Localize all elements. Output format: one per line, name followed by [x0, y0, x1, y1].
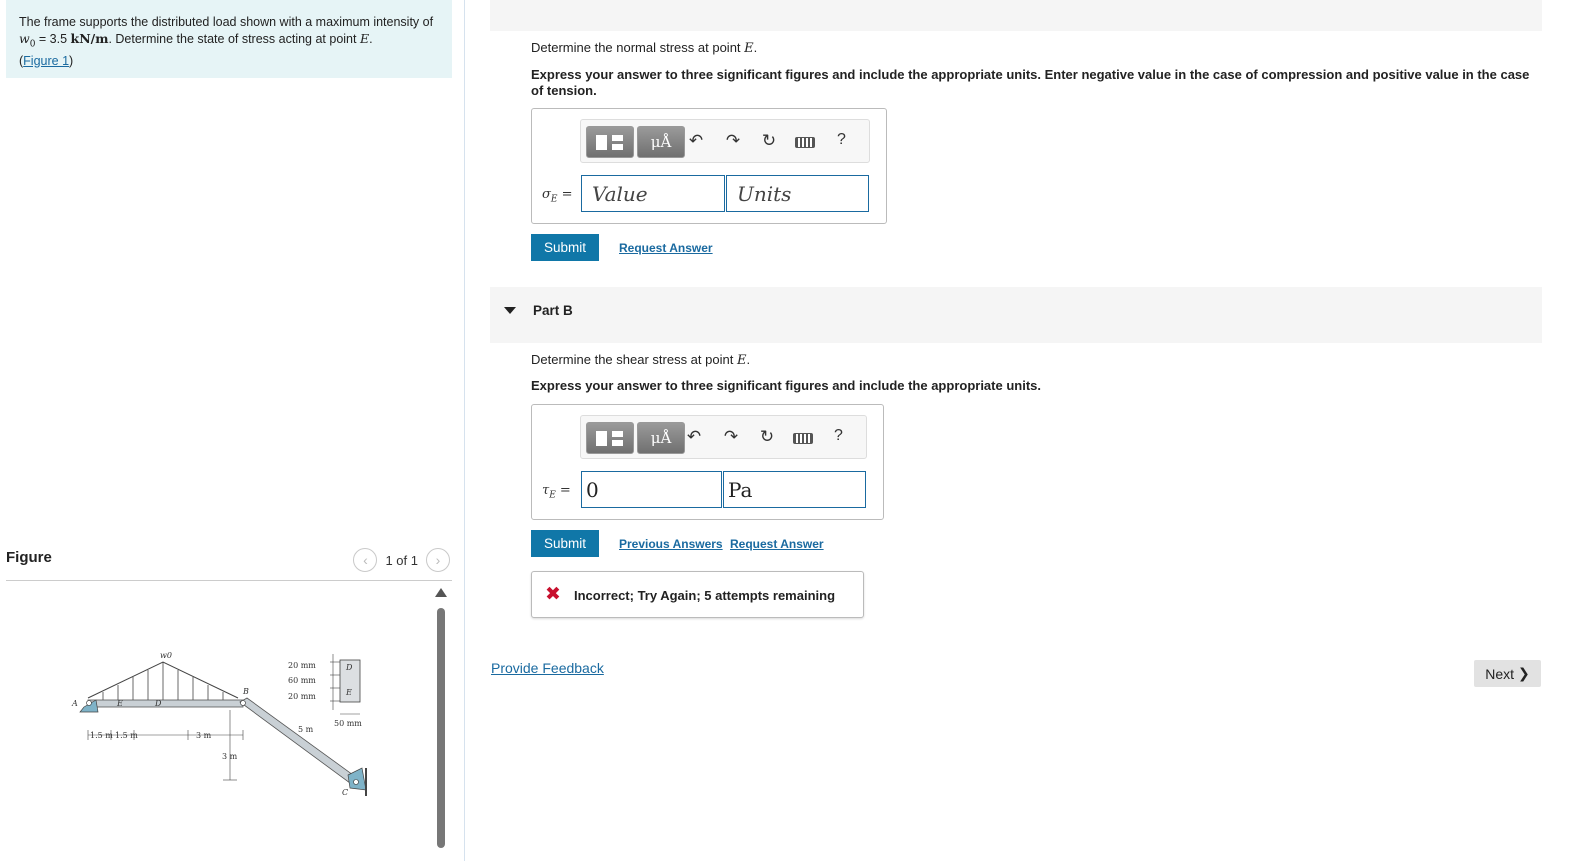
figure-1-link[interactable]: Figure 1 [23, 54, 69, 68]
tau-e-label: τE = [542, 483, 571, 501]
part-b-answer-box: μÅ ↶ ↷ ↻ ? τE = [531, 404, 884, 520]
part-b-instruction: Express your answer to three significant… [531, 378, 1041, 393]
part-a-period: . [753, 40, 758, 55]
pager-count: 1 of 1 [385, 552, 418, 568]
part-a-question: Determine the normal stress at point E. [531, 40, 757, 56]
part-b-request-answer-link[interactable]: Request Answer [730, 537, 824, 551]
chevron-left-icon[interactable]: ‹ [353, 548, 378, 572]
units-input[interactable] [723, 471, 866, 508]
member-bc [239, 697, 361, 787]
chevron-right-icon: ❯ [1518, 665, 1530, 681]
sigma-eq: = [557, 187, 573, 202]
label-a: A [71, 699, 78, 708]
label-b: B [242, 687, 249, 696]
part-a-question-text: Determine the normal stress at point [531, 40, 745, 55]
part-b-question: Determine the shear stress at point E. [531, 352, 750, 368]
problem-statement: The frame supports the distributed load … [6, 0, 452, 78]
part-b-period: . [746, 352, 751, 367]
part-a-answer-box: μÅ ↶ ↷ ↻ ? σE = [531, 108, 887, 224]
part-b-toolbar: μÅ ↶ ↷ ↻ ? [580, 415, 867, 459]
next-label: Next [1485, 665, 1515, 682]
templates-button[interactable] [586, 422, 634, 454]
part-b-point: E [736, 353, 747, 368]
figure-scrollbar[interactable] [435, 588, 447, 861]
part-b-label: Part B [533, 303, 573, 318]
caret-down-icon[interactable] [504, 307, 516, 314]
undo-icon[interactable]: ↶ [683, 427, 705, 447]
label-60mm: 60 mm [288, 676, 316, 685]
units-input[interactable] [726, 175, 869, 212]
load-arrows [102, 662, 224, 700]
label-w0: w0 [160, 651, 172, 660]
value-input[interactable] [581, 471, 722, 508]
label-d: D [154, 699, 162, 708]
left-pane: The frame supports the distributed load … [0, 0, 465, 861]
label-20mm-b: 20 mm [288, 692, 316, 701]
help-button[interactable]: ? [834, 427, 843, 445]
label-1-5m-a: 1.5 m [90, 731, 113, 740]
beam-ab [87, 699, 244, 708]
problem-text: The frame supports the distributed load … [19, 15, 434, 29]
units-symbol-button[interactable]: μÅ [637, 126, 685, 158]
label-3m-a: 3 m [196, 731, 212, 740]
part-a-instruction: Express your answer to three significant… [531, 67, 1530, 98]
label-5m: 5 m [298, 725, 314, 734]
undo-icon[interactable]: ↶ [685, 131, 707, 151]
tau-subscript: E [549, 490, 556, 501]
problem-text-2: . Determine the state of stress acting a… [108, 31, 360, 46]
help-button[interactable]: ? [837, 131, 846, 149]
redo-icon[interactable]: ↷ [720, 427, 742, 447]
label-3m-b: 3 m [222, 752, 238, 761]
part-a-request-answer-link[interactable]: Request Answer [619, 241, 713, 255]
label-20mm-a: 20 mm [288, 661, 316, 670]
part-b-question-text: Determine the shear stress at point [531, 352, 737, 367]
problem-eq: = 3.5 [35, 31, 71, 46]
label-50mm: 50 mm [334, 719, 362, 728]
scroll-thumb[interactable] [437, 608, 445, 848]
keyboard-icon[interactable] [793, 433, 813, 444]
frame-figure: w0 20 mm 60 mm 20 mm D E 50 mm A E D B C… [71, 651, 367, 797]
label-1-5m-b: 1.5 m [115, 731, 138, 740]
part-a-submit-button[interactable]: Submit [531, 234, 599, 261]
figure-pager: ‹ 1 of 1 › [353, 548, 450, 572]
part-a-point: E [744, 41, 754, 56]
problem-point: E [359, 30, 370, 46]
value-input[interactable] [581, 175, 725, 212]
problem-period: . [369, 31, 373, 46]
sigma-e-label: σE = [542, 187, 572, 205]
label-c: C [342, 788, 348, 797]
part-a-toolbar: μÅ ↶ ↷ ↻ ? [580, 119, 870, 163]
problem-unit: kN/m [70, 30, 109, 46]
sigma-symbol: σ [542, 187, 551, 202]
redo-icon[interactable]: ↷ [722, 131, 744, 151]
next-button[interactable]: Next ❯ [1474, 660, 1541, 687]
feedback-message: Incorrect; Try Again; 5 attempts remaini… [574, 588, 836, 603]
previous-answers-link[interactable]: Previous Answers [619, 537, 723, 551]
part-b-submit-button[interactable]: Submit [531, 530, 599, 557]
x-mark-icon: ✖ [545, 584, 561, 605]
part-b-header[interactable]: Part B [490, 287, 1542, 343]
feedback-box: ✖ Incorrect; Try Again; 5 attempts remai… [531, 571, 864, 618]
figure-title: Figure [6, 549, 52, 566]
scroll-up-icon[interactable] [435, 588, 447, 597]
reset-icon[interactable]: ↻ [756, 427, 778, 447]
provide-feedback-link[interactable]: Provide Feedback [491, 660, 604, 676]
paren-close: ) [69, 53, 74, 68]
reset-icon[interactable]: ↻ [758, 131, 780, 151]
figure-header: Figure ‹ 1 of 1 › [6, 545, 452, 581]
templates-button[interactable] [586, 126, 634, 158]
label-e: E [116, 699, 123, 708]
chevron-right-icon[interactable]: › [426, 548, 450, 572]
tau-eq: = [555, 483, 571, 498]
keyboard-icon[interactable] [795, 137, 815, 148]
label-section-d: D [345, 663, 353, 672]
part-a-header[interactable] [490, 0, 1542, 31]
label-section-e: E [345, 688, 352, 697]
w-symbol: w [19, 30, 30, 46]
units-symbol-button[interactable]: μÅ [637, 422, 685, 454]
